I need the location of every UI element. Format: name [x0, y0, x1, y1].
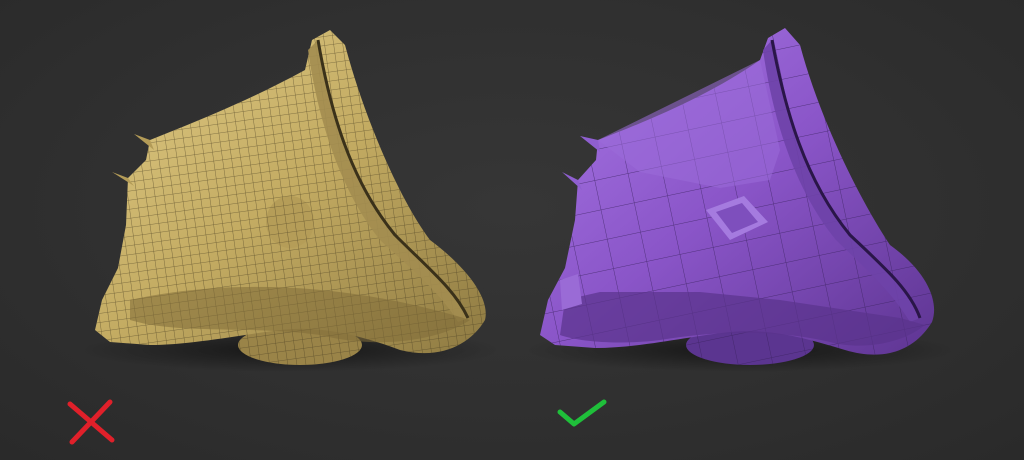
clean-topology-model — [525, 28, 955, 372]
model-render-canvas — [80, 28, 955, 372]
red-x-icon — [67, 399, 115, 445]
comparison-scene — [0, 0, 1024, 460]
dense-mesh-model — [80, 30, 500, 372]
green-check-icon — [557, 399, 607, 427]
